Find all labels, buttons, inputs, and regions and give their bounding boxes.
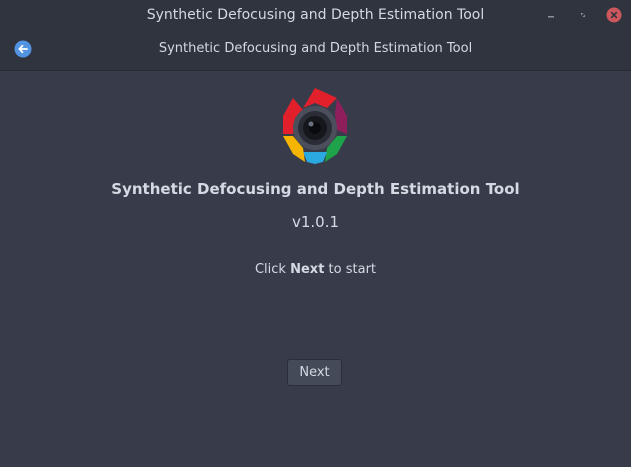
welcome-page: Synthetic Defocusing and Depth Estimatio…: [0, 71, 631, 467]
start-instruction: Click Next to start: [0, 262, 631, 277]
app-name: Synthetic Defocusing and Depth Estimatio…: [111, 180, 520, 198]
instruction-emphasis: Next: [290, 262, 325, 277]
maximize-icon: [581, 13, 585, 17]
close-icon: [606, 7, 622, 23]
maximize-button[interactable]: [573, 5, 593, 25]
header-bar: Synthetic Defocusing and Depth Estimatio…: [0, 30, 631, 71]
instruction-prefix: Click: [254, 262, 286, 277]
window-titlebar[interactable]: Synthetic Defocusing and Depth Estimatio…: [0, 0, 631, 30]
header-title: Synthetic Defocusing and Depth Estimatio…: [158, 41, 473, 56]
window-title: Synthetic Defocusing and Depth Estimatio…: [146, 7, 485, 23]
app-version: v1.0.1: [291, 213, 340, 231]
minimize-button[interactable]: [541, 5, 561, 25]
close-button[interactable]: [604, 5, 624, 25]
next-button[interactable]: Next: [287, 359, 342, 386]
camera-aperture-logo: [283, 88, 347, 164]
app-window: Synthetic Defocusing and Depth Estimatio…: [0, 0, 631, 467]
minimize-icon: [548, 16, 554, 18]
instruction-suffix: to start: [328, 262, 377, 277]
